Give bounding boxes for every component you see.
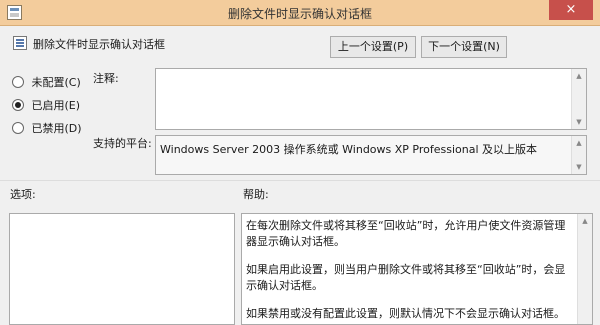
radio-not-configured[interactable]: 未配置(C) <box>12 74 81 90</box>
help-label: 帮助: <box>243 188 269 201</box>
previous-setting-button[interactable]: 上一个设置(P) <box>330 36 416 58</box>
help-panel: 在每次删除文件或将其移至“回收站”时，允许用户使文件资源管理器显示确认对话框。 … <box>241 213 593 325</box>
radio-label: 已禁用(D) <box>31 122 82 135</box>
window-title: 删除文件时显示确认对话框 <box>227 7 372 21</box>
divider <box>0 180 600 181</box>
comment-label: 注释: <box>93 72 119 85</box>
radio-button-selected[interactable] <box>12 99 24 111</box>
platform-label: 支持的平台: <box>93 137 152 150</box>
radio-label: 已启用(E) <box>31 99 81 112</box>
radio-button[interactable] <box>12 76 24 88</box>
platform-scrollbar[interactable]: ▲ ▼ <box>571 136 586 174</box>
help-paragraph: 如果禁用或没有配置此设置，则默认情况下不会显示确认对话框。 <box>246 307 565 320</box>
radio-disabled[interactable]: 已禁用(D) <box>12 120 82 136</box>
platform-field: Windows Server 2003 操作系统或 Windows XP Pro… <box>155 135 587 175</box>
help-paragraph: 在每次删除文件或将其移至“回收站”时，允许用户使文件资源管理器显示确认对话框。 <box>246 219 566 248</box>
radio-label: 未配置(C) <box>31 76 81 89</box>
setting-title: 删除文件时显示确认对话框 <box>33 38 165 51</box>
radio-enabled[interactable]: 已启用(E) <box>12 97 80 113</box>
scroll-down-icon[interactable]: ▼ <box>572 115 586 129</box>
options-label: 选项: <box>10 188 36 201</box>
radio-button[interactable] <box>12 122 24 134</box>
comment-textarea[interactable]: ▲ ▼ <box>155 68 587 130</box>
comment-scrollbar[interactable]: ▲ ▼ <box>571 69 586 129</box>
scroll-up-icon[interactable]: ▲ <box>578 214 592 228</box>
scroll-up-icon[interactable]: ▲ <box>572 136 586 150</box>
help-scrollbar[interactable]: ▲ <box>577 214 592 324</box>
scroll-up-icon[interactable]: ▲ <box>572 69 586 83</box>
close-button[interactable]: × <box>549 0 593 20</box>
setting-icon <box>13 36 27 50</box>
next-setting-button[interactable]: 下一个设置(N) <box>421 36 507 58</box>
scroll-down-icon[interactable]: ▼ <box>572 160 586 174</box>
help-paragraph: 如果启用此设置，则当用户删除文件或将其移至“回收站”时，会显示确认对话框。 <box>246 263 566 292</box>
options-panel <box>9 213 235 325</box>
platform-value: Windows Server 2003 操作系统或 Windows XP Pro… <box>160 143 538 156</box>
help-text: 在每次删除文件或将其移至“回收站”时，允许用户使文件资源管理器显示确认对话框。 … <box>246 218 576 325</box>
title-bar: 删除文件时显示确认对话框 × <box>0 0 600 26</box>
